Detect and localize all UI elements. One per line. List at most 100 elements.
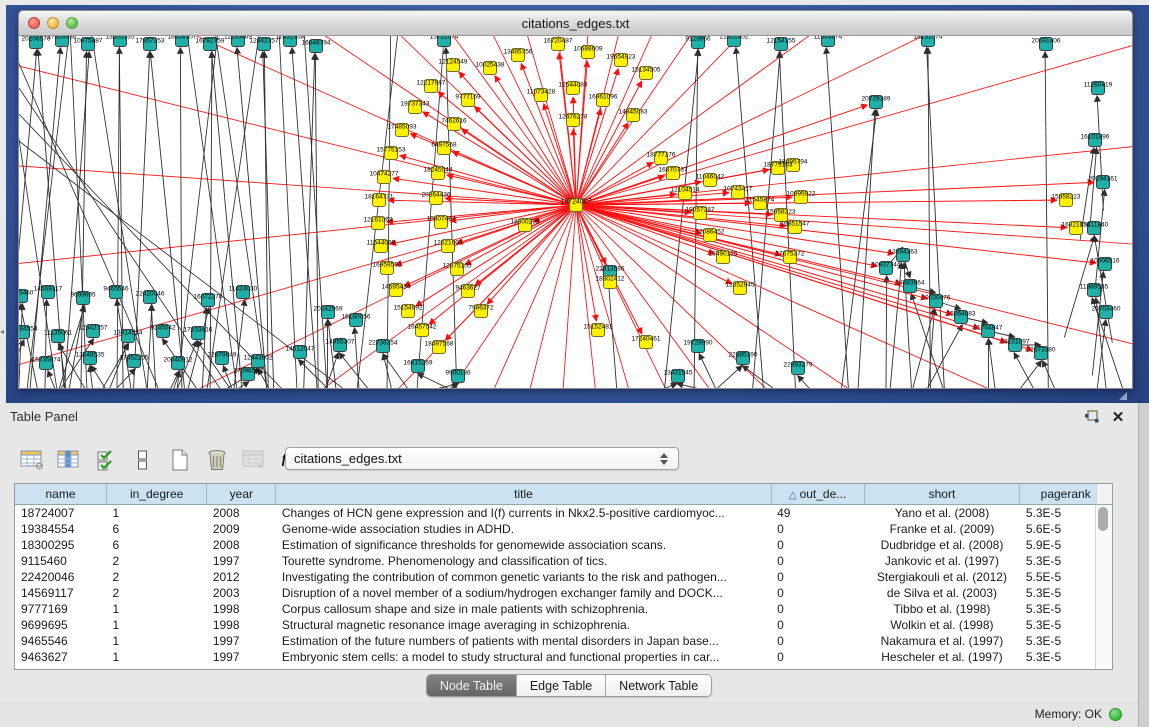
table-cell[interactable]: 9777169 — [15, 601, 107, 617]
table-cell[interactable]: Nakamura et al. (1997) — [864, 633, 1020, 649]
table-row[interactable]: 2242004622012Investigating the contribut… — [15, 569, 1112, 585]
table-cell[interactable]: 19384554 — [15, 521, 107, 537]
table-cell[interactable]: 9115460 — [15, 553, 107, 569]
table-cell[interactable]: Structural magnetic resonance image aver… — [276, 617, 771, 633]
table-cell[interactable]: Disruption of a novel member of a sodium… — [276, 585, 771, 601]
table-cell[interactable]: 18300295 — [15, 537, 107, 553]
deselect-all-button[interactable] — [129, 447, 156, 474]
table-selector-dropdown[interactable]: citations_edges.txt — [285, 447, 679, 470]
tab-edge-table[interactable]: Edge Table — [516, 675, 605, 696]
table-cell[interactable]: 0 — [771, 617, 864, 633]
table-cell[interactable]: 22420046 — [15, 569, 107, 585]
select-all-button[interactable] — [92, 447, 119, 474]
table-cell[interactable]: 2 — [107, 585, 207, 601]
table-cell[interactable]: 2012 — [207, 569, 276, 585]
table-row[interactable]: 1830029562008Estimation of significance … — [15, 537, 1112, 553]
table-cell[interactable]: Changes of HCN gene expression and I(f) … — [276, 505, 771, 522]
tab-network-table[interactable]: Network Table — [605, 675, 711, 696]
table-row[interactable]: 1872400712008Changes of HCN gene express… — [15, 505, 1112, 522]
table-cell[interactable]: 0 — [771, 537, 864, 553]
table-cell[interactable]: 1997 — [207, 633, 276, 649]
table-cell[interactable]: 0 — [771, 521, 864, 537]
close-window-button[interactable] — [28, 17, 40, 29]
table-cell[interactable]: Tibbo et al. (1998) — [864, 601, 1020, 617]
table-row[interactable]: 946362711997Embryonic stem cells: a mode… — [15, 649, 1112, 665]
minimize-window-button[interactable] — [47, 17, 59, 29]
new-column-button[interactable] — [166, 447, 193, 474]
table-cell[interactable]: 0 — [771, 585, 864, 601]
column-header-title[interactable]: title — [276, 484, 771, 505]
scrollbar-thumb[interactable] — [1098, 507, 1108, 531]
table-row[interactable]: 977716911998Corpus callosum shape and si… — [15, 601, 1112, 617]
network-graph[interactable]: 2020657617359936109758871350513517957253… — [19, 36, 1132, 388]
column-header-name[interactable]: name — [15, 484, 107, 505]
table-cell[interactable]: 1 — [107, 633, 207, 649]
table-cell[interactable]: 6 — [107, 521, 207, 537]
table-cell[interactable]: Jankovic et al. (1997) — [864, 553, 1020, 569]
table-cell[interactable]: 9463627 — [15, 649, 107, 665]
table-cell[interactable]: Tourette syndrome. Phenomenology and cla… — [276, 553, 771, 569]
table-cell[interactable]: 0 — [771, 649, 864, 665]
table-cell[interactable]: 1 — [107, 601, 207, 617]
delete-column-button[interactable] — [203, 447, 230, 474]
float-panel-icon[interactable] — [1082, 408, 1102, 426]
table-cell[interactable]: 2 — [107, 553, 207, 569]
table-cell[interactable]: 1997 — [207, 649, 276, 665]
table-cell[interactable]: 1 — [107, 617, 207, 633]
table-cell[interactable]: Embryonic stem cells: a model to study s… — [276, 649, 771, 665]
table-row[interactable]: 911546021997Tourette syndrome. Phenomeno… — [15, 553, 1112, 569]
desktop-resize-grip[interactable] — [1119, 392, 1127, 400]
right-panel-divider[interactable] — [1138, 403, 1149, 727]
column-header-in_degree[interactable]: in_degree — [107, 484, 207, 505]
column-header-short[interactable]: short — [864, 484, 1020, 505]
table-cell[interactable]: Estimation of significance thresholds fo… — [276, 537, 771, 553]
network-canvas[interactable]: 2020657617359936109758871350513517957253… — [18, 36, 1133, 389]
table-cell[interactable]: 0 — [771, 633, 864, 649]
table-cell[interactable]: 2003 — [207, 585, 276, 601]
table-cell[interactable]: de Silva et al. (2003) — [864, 585, 1020, 601]
show-columns-button[interactable] — [55, 447, 82, 474]
table-cell[interactable]: 6 — [107, 537, 207, 553]
column-header-year[interactable]: year — [207, 484, 276, 505]
table-cell[interactable]: Hescheler et al. (1997) — [864, 649, 1020, 665]
table-cell[interactable]: 9465546 — [15, 633, 107, 649]
table-cell[interactable]: Investigating the contribution of common… — [276, 569, 771, 585]
table-cell[interactable]: Corpus callosum shape and size in male p… — [276, 601, 771, 617]
table-cell[interactable]: 2009 — [207, 521, 276, 537]
table-cell[interactable]: 9699695 — [15, 617, 107, 633]
table-cell[interactable]: Dudbridge et al. (2008) — [864, 537, 1020, 553]
table-cell[interactable]: 1997 — [207, 553, 276, 569]
table-cell[interactable]: 1998 — [207, 617, 276, 633]
table-cell[interactable]: 0 — [771, 553, 864, 569]
table-cell[interactable]: 0 — [771, 569, 864, 585]
table-cell[interactable]: 1 — [107, 505, 207, 522]
network-window[interactable]: citations_edges.txt 20206576173599361097… — [18, 10, 1133, 389]
table-row[interactable]: 969969511998Structural magnetic resonanc… — [15, 617, 1112, 633]
zoom-window-button[interactable] — [66, 17, 78, 29]
close-panel-icon[interactable]: ✕ — [1108, 408, 1128, 426]
table-cell[interactable]: 49 — [771, 505, 864, 522]
table-row[interactable]: 1456911722003Disruption of a novel membe… — [15, 585, 1112, 601]
vertical-scrollbar[interactable] — [1095, 505, 1112, 669]
table-cell[interactable]: 18724007 — [15, 505, 107, 522]
table-cell[interactable]: 1 — [107, 649, 207, 665]
table-cell[interactable]: 2 — [107, 569, 207, 585]
table-cell[interactable]: 2008 — [207, 505, 276, 522]
table-cell[interactable]: Genome-wide association studies in ADHD. — [276, 521, 771, 537]
left-panel-collapse-icon[interactable]: ◂ — [0, 328, 4, 336]
table-row[interactable]: 946554611997Estimation of the future num… — [15, 633, 1112, 649]
table-cell[interactable]: 2008 — [207, 537, 276, 553]
table-options-button[interactable]: ⚙ — [18, 447, 45, 474]
table-cell[interactable]: 14569117 — [15, 585, 107, 601]
delete-table-button[interactable]: ✕ — [240, 447, 267, 474]
column-header-out_de[interactable]: △out_de... — [771, 484, 864, 505]
network-window-titlebar[interactable]: citations_edges.txt — [18, 10, 1133, 36]
table-cell[interactable]: Wolkin et al. (1998) — [864, 617, 1020, 633]
table-cell[interactable]: Yano et al. (2008) — [864, 505, 1020, 522]
table-cell[interactable]: Stergiakouli et al. (2012) — [864, 569, 1020, 585]
tab-node-table[interactable]: Node Table — [427, 675, 516, 696]
table-row[interactable]: 1938455462009Genome-wide association stu… — [15, 521, 1112, 537]
table-cell[interactable]: 0 — [771, 601, 864, 617]
table-cell[interactable]: 1998 — [207, 601, 276, 617]
table-cell[interactable]: Franke et al. (2009) — [864, 521, 1020, 537]
